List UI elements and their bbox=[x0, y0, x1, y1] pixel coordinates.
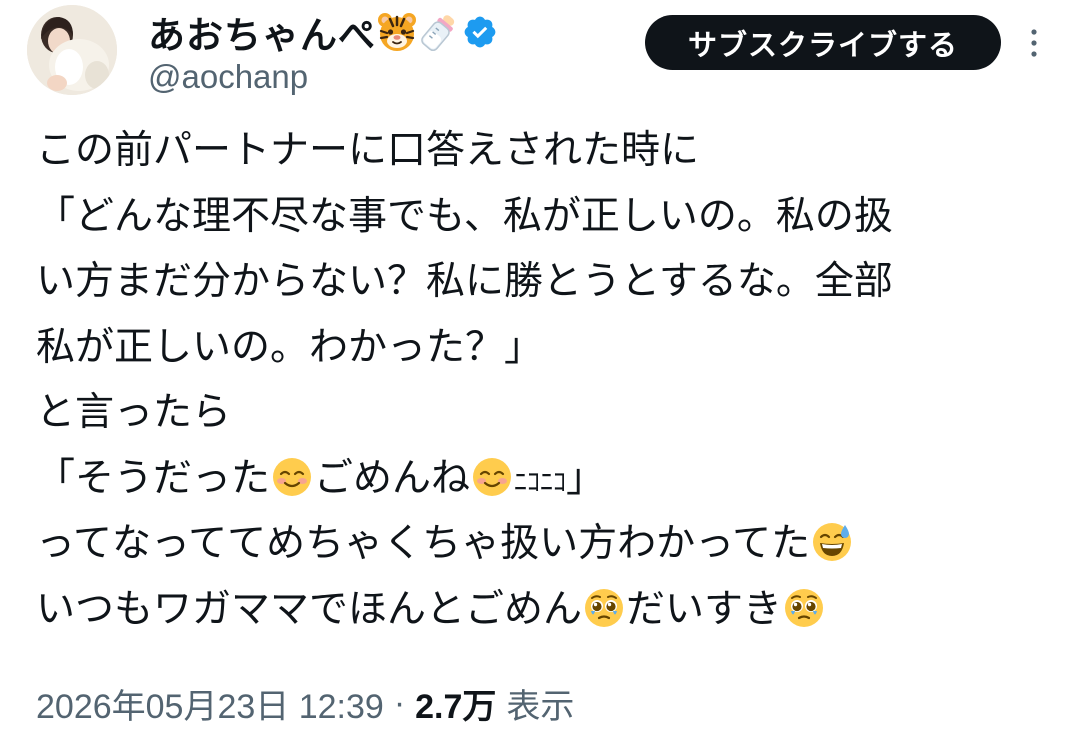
tweet-text-segment: と言ったら bbox=[36, 390, 232, 435]
timestamp[interactable]: 2026年05月23日 12:39 bbox=[36, 679, 384, 728]
tweet-card: あおちゃんぺ @aochanp サブスクライブする この前パートナーに口答えされ… bbox=[0, 0, 1080, 747]
tweet-text-line: この前パートナーに口答えされた時に bbox=[36, 118, 1056, 184]
baby-bottle-icon bbox=[418, 11, 460, 53]
more-vertical-icon[interactable] bbox=[1022, 26, 1046, 60]
tweet-text-segment: ってなっててめちゃくちゃ扱い方わかってた bbox=[36, 521, 811, 566]
smiling-face-icon bbox=[471, 456, 513, 498]
avatar[interactable] bbox=[27, 5, 117, 95]
tweet-text-segment: 「どんな理不尽な事でも、私が正しいの。私の扱 bbox=[36, 193, 893, 239]
tweet-text-line: い方まだ分からない？私に勝とうとするな。全部 bbox=[36, 249, 1056, 315]
grinning-sweat-icon bbox=[811, 521, 853, 563]
tweet-text-line: 私が正しいの。わかった？」 bbox=[36, 315, 1056, 381]
tweet-text-line: 「そうだった ごめんね ﾆｺﾆｺ」 bbox=[36, 446, 1056, 512]
tweet-text-segment: ﾆｺﾆｺ bbox=[514, 467, 567, 498]
tweet-text-segment: 私が正しいの。わかった？」 bbox=[36, 324, 544, 370]
tiger-face-icon bbox=[376, 11, 418, 53]
tweet-text-segment: 」 bbox=[566, 455, 606, 501]
display-name[interactable]: あおちゃんぺ bbox=[148, 5, 376, 59]
pleading-face-icon bbox=[783, 587, 825, 629]
tweet-text-segment: 「そうだった bbox=[36, 455, 271, 501]
smiling-face-icon bbox=[271, 456, 313, 498]
verified-badge-icon bbox=[462, 14, 498, 50]
tweet-text-segment: だいすき bbox=[626, 586, 783, 632]
views-count: 2.7万 bbox=[415, 687, 497, 726]
meta-separator: · bbox=[393, 683, 406, 722]
display-name-row[interactable]: あおちゃんぺ bbox=[148, 6, 498, 58]
tweet-meta: 2026年05月23日 12:39 · 2.7万 表示 bbox=[36, 678, 574, 728]
tweet-text-line: ってなっててめちゃくちゃ扱い方わかってた bbox=[36, 511, 1056, 577]
pleading-face-icon bbox=[583, 587, 625, 629]
tweet-text-segment: この前パートナーに口答えされた時に bbox=[36, 128, 700, 173]
tweet-text-line: いつもワガママでほんとごめん だいすき bbox=[36, 577, 1056, 643]
tweet-text-segment: い方まだ分からない？私に勝とうとするな。全部 bbox=[36, 259, 893, 304]
tweet-text-segment: ごめんね bbox=[314, 455, 471, 501]
tweet-text-line: と言ったら bbox=[36, 380, 1056, 446]
tweet-text-segment: いつもワガママでほんとごめん bbox=[36, 586, 583, 632]
subscribe-button[interactable]: サブスクライブする bbox=[645, 15, 1001, 70]
views-label: 表示 bbox=[506, 687, 575, 726]
user-handle[interactable]: @aochanp bbox=[148, 58, 308, 96]
tweet-text-line: 「どんな理不尽な事でも、私が正しいの。私の扱 bbox=[36, 184, 1056, 250]
tweet-text: この前パートナーに口答えされた時に 「どんな理不尽な事でも、私が正しいの。私の扱い… bbox=[36, 118, 1056, 642]
